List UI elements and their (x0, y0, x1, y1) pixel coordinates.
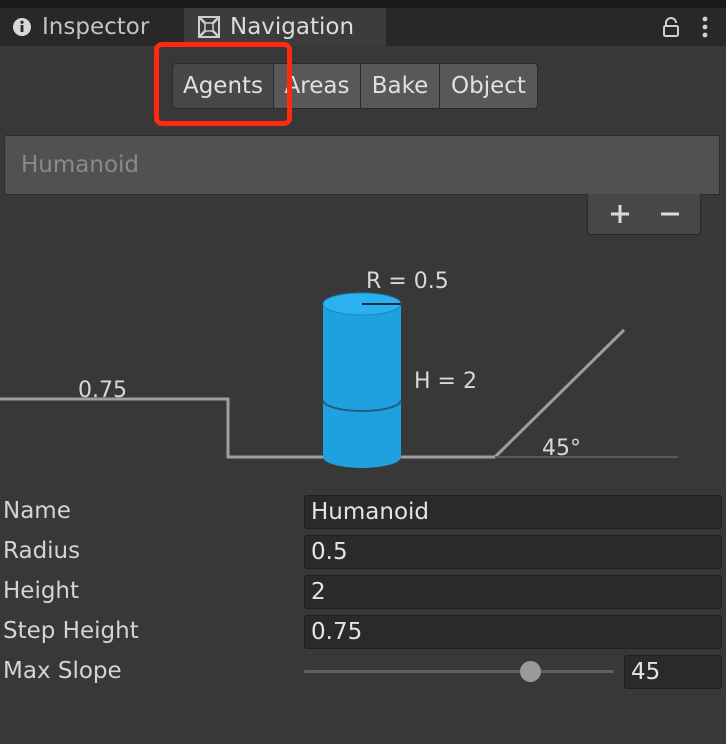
agent-list-item-label: Humanoid (21, 152, 140, 178)
radius-field[interactable]: 0.5 (304, 535, 722, 569)
radius-label: R = 0.5 (366, 269, 449, 294)
window-top-strip (0, 0, 726, 8)
tab-navigation[interactable]: Navigation (184, 8, 386, 46)
radius-value: 0.5 (311, 539, 348, 565)
tab-navigation-label: Navigation (230, 14, 355, 40)
agent-diagram: R = 0.5 H = 2 0.75 45° (0, 269, 678, 468)
max-slope-slider-thumb[interactable] (520, 661, 542, 682)
agent-list-item[interactable]: Humanoid (4, 135, 720, 195)
segment-object[interactable]: Object (439, 63, 538, 109)
height-label-text: Height (3, 578, 80, 604)
minus-icon (661, 212, 679, 216)
max-slope-field[interactable]: 45 (624, 655, 722, 689)
tab-inspector[interactable]: Inspector (0, 8, 180, 46)
height-label: H = 2 (414, 369, 477, 394)
name-field[interactable]: Humanoid (304, 495, 722, 529)
max-slope-slider-track[interactable] (304, 670, 614, 673)
lock-icon[interactable] (662, 17, 680, 41)
remove-agent-button[interactable] (650, 198, 690, 230)
tab-inspector-label: Inspector (42, 14, 150, 40)
max-slope-value: 45 (631, 659, 661, 685)
height-field[interactable]: 2 (304, 575, 722, 609)
info-icon (12, 17, 32, 37)
step-height-field[interactable]: 0.75 (304, 615, 722, 649)
name-label: Name (3, 498, 71, 524)
height-value: 2 (311, 579, 326, 605)
slope-label: 45° (542, 436, 581, 461)
step-height-value: 0.75 (311, 619, 363, 645)
tab-bar: Inspector Navigation (0, 8, 726, 46)
max-slope-label-text: Max Slope (3, 658, 122, 684)
add-agent-button[interactable] (600, 198, 640, 230)
plus-icon (611, 205, 629, 223)
list-add-remove-footer (587, 194, 701, 235)
segment-bake[interactable]: Bake (360, 63, 440, 109)
radius-label-text: Radius (3, 538, 81, 564)
name-value: Humanoid (311, 499, 430, 525)
agent-cylinder (322, 292, 402, 468)
step-height-label-text: Step Height (3, 618, 139, 644)
highlight-box (154, 42, 292, 126)
navmesh-icon (198, 16, 220, 38)
more-options-icon[interactable] (702, 16, 708, 42)
step-height-label: 0.75 (78, 378, 127, 403)
